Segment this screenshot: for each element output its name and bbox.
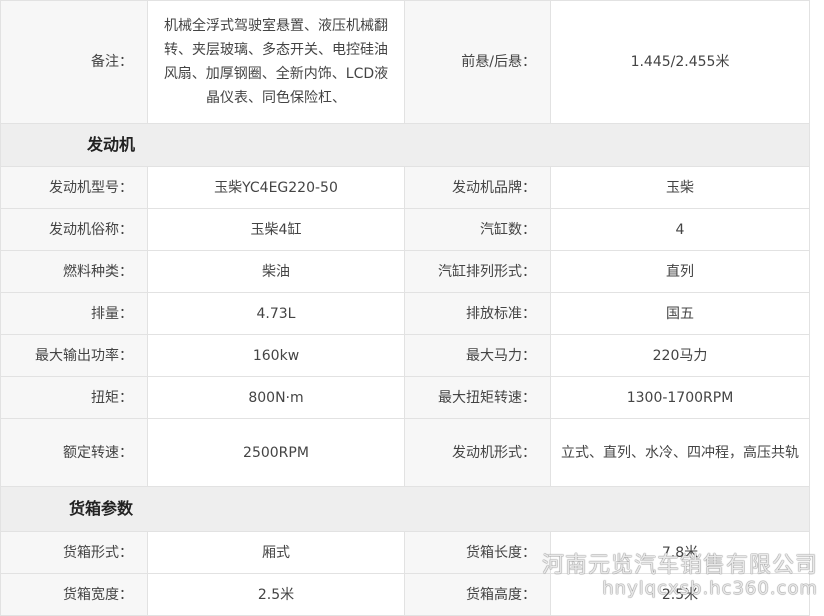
- spec-value: 2500RPM: [147, 418, 405, 487]
- spec-label: 货箱宽度：: [0, 573, 148, 616]
- spec-label: 货箱形式：: [0, 531, 148, 574]
- spec-row: 货箱宽度： 2.5米 货箱高度： 2.5米: [0, 573, 810, 616]
- spec-row: 燃料种类： 柴油 汽缸排列形式： 直列: [0, 250, 810, 293]
- spec-label: 货箱高度：: [404, 573, 551, 616]
- spec-label: 排放标准：: [404, 292, 551, 335]
- spec-table: 备注： 机械全浮式驾驶室悬置、液压机械翻转、夹层玻璃、多态开关、电控硅油风扇、加…: [0, 0, 810, 616]
- spec-row: 扭矩： 800N·m 最大扭矩转速： 1300-1700RPM: [0, 376, 810, 419]
- spec-value: 1300-1700RPM: [550, 376, 810, 419]
- spec-label: 发动机俗称：: [0, 208, 148, 251]
- section-header-cargo-box: 货箱参数: [0, 486, 810, 532]
- spec-value: 4: [550, 208, 810, 251]
- spec-value: 玉柴4缸: [147, 208, 405, 251]
- spec-value: 玉柴YC4EG220-50: [147, 166, 405, 209]
- spec-label: 汽缸排列形式：: [404, 250, 551, 293]
- spec-label: 汽缸数：: [404, 208, 551, 251]
- spec-value: 玉柴: [550, 166, 810, 209]
- spec-value: 立式、直列、水冷、四冲程，高压共轨: [550, 418, 810, 487]
- section-title: 发动机: [0, 123, 810, 167]
- spec-value: 柴油: [147, 250, 405, 293]
- spec-value: 7.8米: [550, 531, 810, 574]
- spec-label: 最大输出功率：: [0, 334, 148, 377]
- spec-row: 货箱形式： 厢式 货箱长度： 7.8米: [0, 531, 810, 574]
- spec-row: 排量： 4.73L 排放标准： 国五: [0, 292, 810, 335]
- spec-label: 发动机形式：: [404, 418, 551, 487]
- spec-value: 机械全浮式驾驶室悬置、液压机械翻转、夹层玻璃、多态开关、电控硅油风扇、加厚钢圈、…: [147, 0, 405, 124]
- spec-label: 发动机型号：: [0, 166, 148, 209]
- spec-value: 2.5米: [550, 573, 810, 616]
- spec-label: 排量：: [0, 292, 148, 335]
- spec-value: 直列: [550, 250, 810, 293]
- spec-label: 燃料种类：: [0, 250, 148, 293]
- spec-value: 国五: [550, 292, 810, 335]
- spec-value: 4.73L: [147, 292, 405, 335]
- spec-label: 额定转速：: [0, 418, 148, 487]
- spec-label: 扭矩：: [0, 376, 148, 419]
- spec-label: 货箱长度：: [404, 531, 551, 574]
- spec-value: 1.445/2.455米: [550, 0, 810, 124]
- spec-value: 800N·m: [147, 376, 405, 419]
- spec-value: 2.5米: [147, 573, 405, 616]
- spec-row: 最大输出功率： 160kw 最大马力： 220马力: [0, 334, 810, 377]
- spec-label: 最大马力：: [404, 334, 551, 377]
- section-title: 货箱参数: [0, 486, 810, 532]
- spec-label: 备注：: [0, 0, 148, 124]
- spec-label: 前悬/后悬：: [404, 0, 551, 124]
- section-header-engine: 发动机: [0, 123, 810, 167]
- spec-label: 最大扭矩转速：: [404, 376, 551, 419]
- spec-row-remarks: 备注： 机械全浮式驾驶室悬置、液压机械翻转、夹层玻璃、多态开关、电控硅油风扇、加…: [0, 0, 810, 124]
- spec-value: 160kw: [147, 334, 405, 377]
- spec-label: 发动机品牌：: [404, 166, 551, 209]
- spec-row: 发动机型号： 玉柴YC4EG220-50 发动机品牌： 玉柴: [0, 166, 810, 209]
- spec-row: 额定转速： 2500RPM 发动机形式： 立式、直列、水冷、四冲程，高压共轨: [0, 418, 810, 487]
- spec-value: 220马力: [550, 334, 810, 377]
- spec-row: 发动机俗称： 玉柴4缸 汽缸数： 4: [0, 208, 810, 251]
- spec-value: 厢式: [147, 531, 405, 574]
